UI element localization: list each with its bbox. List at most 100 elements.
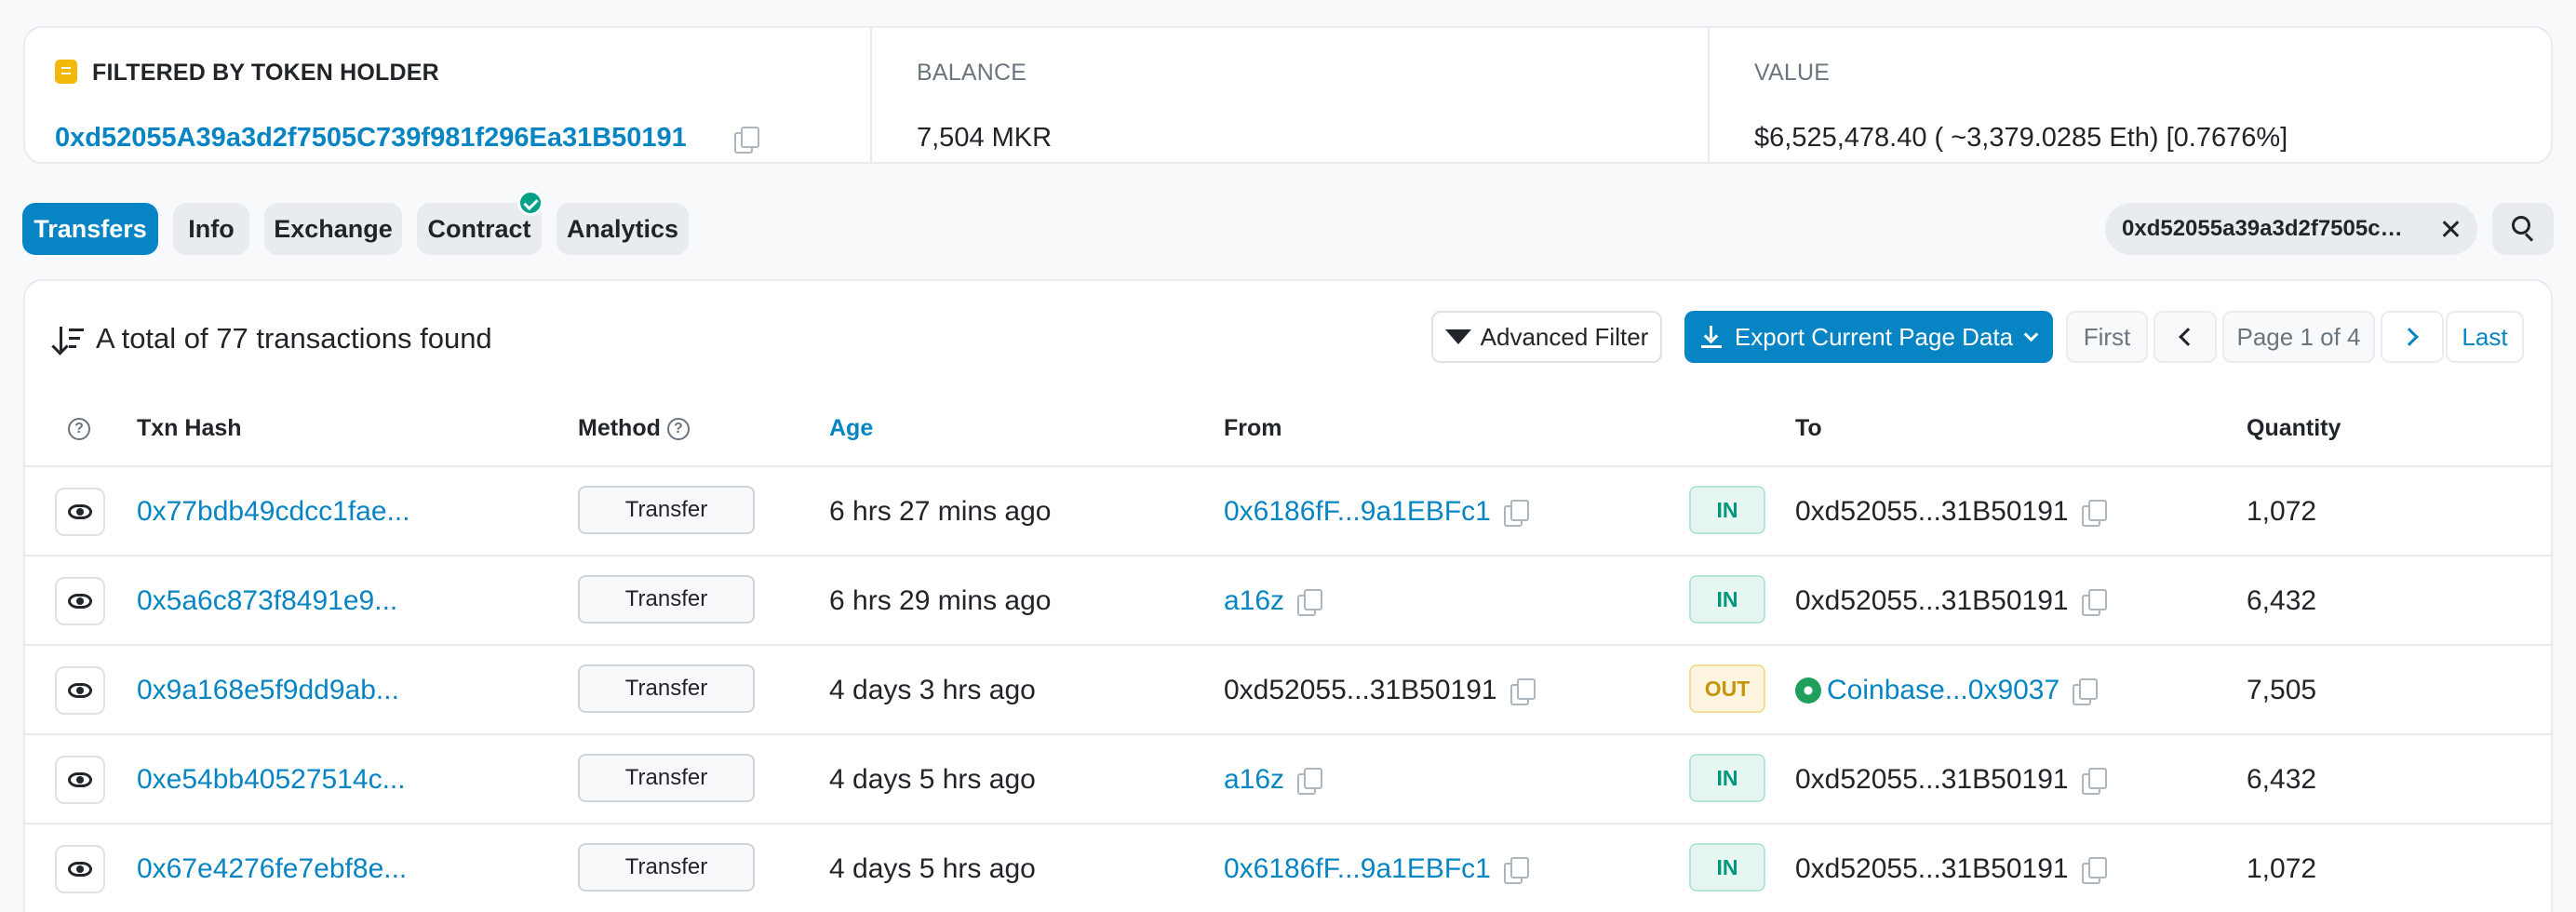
copy-icon[interactable] bbox=[1503, 857, 1529, 884]
table-row: 0x9a168e5f9dd9ab... Transfer 4 days 3 hr… bbox=[25, 646, 2551, 735]
header-method: Method ? bbox=[578, 415, 690, 442]
prev-page-button[interactable] bbox=[2153, 311, 2217, 363]
copy-icon[interactable] bbox=[2073, 678, 2099, 705]
to-address-link[interactable]: Coinbase...0x9037 bbox=[1827, 675, 2059, 706]
first-page-button[interactable]: First bbox=[2066, 311, 2148, 363]
from-address-link[interactable]: a16z bbox=[1224, 764, 1284, 796]
chevron-left-icon bbox=[2179, 328, 2197, 346]
verified-check-icon bbox=[517, 190, 543, 216]
from-address-link[interactable]: 0x6186fF...9a1EBFc1 bbox=[1224, 496, 1491, 528]
search-button[interactable] bbox=[2492, 203, 2554, 255]
advanced-filter-label: Advanced Filter bbox=[1480, 322, 1649, 351]
to-cell: 0xd52055...31B50191 bbox=[1795, 467, 2107, 557]
copy-icon[interactable] bbox=[1297, 768, 1323, 795]
txn-hash-link[interactable]: 0x5a6c873f8491e9... bbox=[137, 557, 397, 646]
tab-info[interactable]: Info bbox=[173, 203, 249, 255]
txn-hash-link[interactable]: 0xe54bb40527514c... bbox=[137, 735, 406, 825]
copy-icon[interactable] bbox=[734, 127, 759, 154]
direction-badge: IN bbox=[1689, 575, 1765, 624]
from-cell: a16z bbox=[1224, 735, 1323, 825]
to-cell: Coinbase...0x9037 bbox=[1795, 646, 2099, 735]
to-cell: 0xd52055...31B50191 bbox=[1795, 557, 2107, 646]
to-address: 0xd52055...31B50191 bbox=[1795, 585, 2069, 616]
close-icon[interactable] bbox=[2440, 219, 2461, 239]
tab-analytics[interactable]: Analytics bbox=[557, 203, 689, 255]
table-row: 0x77bdb49cdcc1fae... Transfer 6 hrs 27 m… bbox=[25, 467, 2551, 557]
method-badge: Transfer bbox=[578, 754, 755, 802]
from-cell: a16z bbox=[1224, 557, 1323, 646]
filter-pill-text: 0xd52055a39a3d2f7505c739f981f296ea31b501… bbox=[2122, 216, 2412, 241]
help-icon[interactable]: ? bbox=[666, 418, 690, 441]
coinbase-logo-icon bbox=[1795, 677, 1821, 704]
header-help[interactable]: ? bbox=[68, 415, 90, 442]
age-value: 6 hrs 27 mins ago bbox=[829, 496, 1052, 527]
quantity-value: 7,505 bbox=[2247, 675, 2317, 705]
header-age[interactable]: Age bbox=[829, 415, 873, 442]
view-details-button[interactable] bbox=[55, 488, 105, 536]
method-badge: Transfer bbox=[578, 486, 755, 534]
value-column: Value $6,525,478.40 ( ~3,379.0285 Eth) [… bbox=[1708, 28, 2527, 162]
export-button[interactable]: Export Current Page Data bbox=[1684, 311, 2053, 363]
holder-label: Filtered by Token Holder bbox=[92, 60, 439, 86]
copy-icon[interactable] bbox=[2081, 589, 2107, 616]
value-amount: $6,525,478.40 ( ~3,379.0285 Eth) [0.7676… bbox=[1754, 123, 2288, 153]
tab-contract-label: Contract bbox=[427, 214, 531, 243]
token-holder-summary: Filtered by Token Holder 0xd52055A39a3d2… bbox=[23, 26, 2553, 164]
balance-label: Balance bbox=[917, 60, 1027, 86]
quantity-value: 6,432 bbox=[2247, 764, 2317, 795]
copy-icon[interactable] bbox=[1297, 589, 1323, 616]
txn-hash-link[interactable]: 0x9a168e5f9dd9ab... bbox=[137, 646, 399, 735]
method-badge: Transfer bbox=[578, 575, 755, 624]
quantity-value: 1,072 bbox=[2247, 496, 2317, 527]
header-method-label: Method bbox=[578, 415, 661, 441]
filter-icon bbox=[1444, 329, 1471, 344]
from-address-link[interactable]: 0x6186fF...9a1EBFc1 bbox=[1224, 853, 1491, 885]
table-header: ? Txn Hash Method ? Age From To Quantity bbox=[25, 389, 2551, 467]
holder-badge-icon bbox=[55, 60, 77, 84]
age-value: 4 days 5 hrs ago bbox=[829, 764, 1036, 795]
transaction-count: A total of 77 transactions found bbox=[55, 322, 492, 355]
txn-hash-link[interactable]: 0x77bdb49cdcc1fae... bbox=[137, 467, 410, 557]
view-details-button[interactable] bbox=[55, 756, 105, 804]
copy-icon[interactable] bbox=[1503, 500, 1529, 527]
total-text: A total of 77 transactions found bbox=[96, 322, 492, 355]
holder-filter-pill: 0xd52055a39a3d2f7505c739f981f296ea31b501… bbox=[2105, 203, 2477, 255]
tab-exchange[interactable]: Exchange bbox=[264, 203, 402, 255]
age-value: 4 days 3 hrs ago bbox=[829, 675, 1036, 705]
copy-icon[interactable] bbox=[2081, 500, 2107, 527]
direction-badge: IN bbox=[1689, 754, 1765, 802]
table-row: 0xe54bb40527514c... Transfer 4 days 5 hr… bbox=[25, 735, 2551, 825]
copy-icon[interactable] bbox=[2081, 768, 2107, 795]
to-address: 0xd52055...31B50191 bbox=[1795, 496, 2069, 527]
to-cell: 0xd52055...31B50191 bbox=[1795, 825, 2107, 912]
next-page-button[interactable] bbox=[2381, 311, 2444, 363]
direction-badge: IN bbox=[1689, 843, 1765, 892]
tab-contract[interactable]: Contract bbox=[417, 190, 543, 255]
copy-icon[interactable] bbox=[2081, 857, 2107, 884]
last-page-button[interactable]: Last bbox=[2446, 311, 2524, 363]
header-from: From bbox=[1224, 415, 1282, 441]
page-indicator: Page 1 of 4 bbox=[2222, 311, 2375, 363]
direction-badge: OUT bbox=[1689, 664, 1765, 713]
transfers-card: A total of 77 transactions found Advance… bbox=[23, 279, 2553, 912]
view-details-button[interactable] bbox=[55, 845, 105, 893]
from-address-link[interactable]: a16z bbox=[1224, 585, 1284, 617]
advanced-filter-button[interactable]: Advanced Filter bbox=[1431, 311, 1662, 363]
search-icon bbox=[2512, 216, 2530, 235]
age-value: 6 hrs 29 mins ago bbox=[829, 585, 1052, 616]
help-icon: ? bbox=[68, 418, 90, 441]
holder-address-link[interactable]: 0xd52055A39a3d2f7505C739f981f296Ea31B501… bbox=[55, 123, 687, 154]
view-details-button[interactable] bbox=[55, 666, 105, 715]
direction-badge: IN bbox=[1689, 486, 1765, 534]
table-row: 0x67e4276fe7ebf8e... Transfer 4 days 5 h… bbox=[25, 825, 2551, 912]
sort-icon bbox=[55, 325, 85, 353]
quantity-value: 6,432 bbox=[2247, 585, 2317, 616]
tab-transfers[interactable]: Transfers bbox=[22, 203, 158, 255]
copy-icon[interactable] bbox=[1509, 678, 1536, 705]
table-row: 0x5a6c873f8491e9... Transfer 6 hrs 29 mi… bbox=[25, 557, 2551, 646]
view-details-button[interactable] bbox=[55, 577, 105, 625]
chevron-down-icon bbox=[2023, 327, 2039, 342]
export-label: Export Current Page Data bbox=[1734, 322, 2014, 351]
txn-hash-link[interactable]: 0x67e4276fe7ebf8e... bbox=[137, 825, 407, 912]
to-cell: 0xd52055...31B50191 bbox=[1795, 735, 2107, 825]
